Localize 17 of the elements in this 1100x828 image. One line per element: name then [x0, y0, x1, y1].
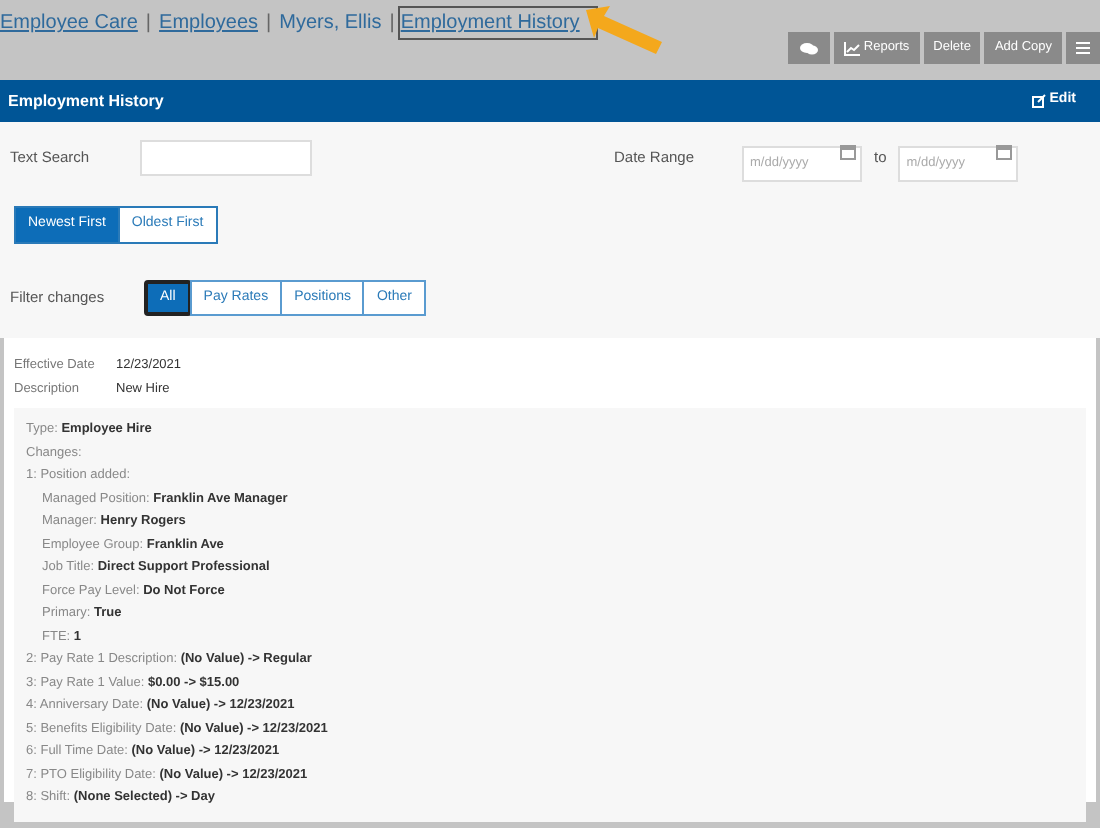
menu-button[interactable]	[1066, 32, 1100, 64]
breadcrumb-link[interactable]: Employee Care	[0, 8, 138, 38]
breadcrumb-link[interactable]: Employees	[159, 8, 258, 38]
edit-icon	[1031, 94, 1046, 108]
calendar-icon	[996, 144, 1013, 160]
chat-icon	[799, 41, 818, 55]
text-search-field[interactable]	[140, 140, 312, 176]
chat-button[interactable]	[787, 32, 830, 64]
panel-title: Employment History	[8, 89, 164, 113]
calendar-icon	[840, 144, 856, 160]
menu-icon	[1076, 42, 1090, 54]
breadcrumb-link[interactable]: Employment History	[398, 6, 598, 40]
breadcrumb-separator: |	[145, 10, 152, 38]
breadcrumb-text: Myers, Ellis	[279, 10, 382, 38]
breadcrumb-separator: |	[266, 10, 272, 38]
breadcrumb-separator: |	[389, 10, 395, 38]
chart-icon	[843, 41, 860, 55]
